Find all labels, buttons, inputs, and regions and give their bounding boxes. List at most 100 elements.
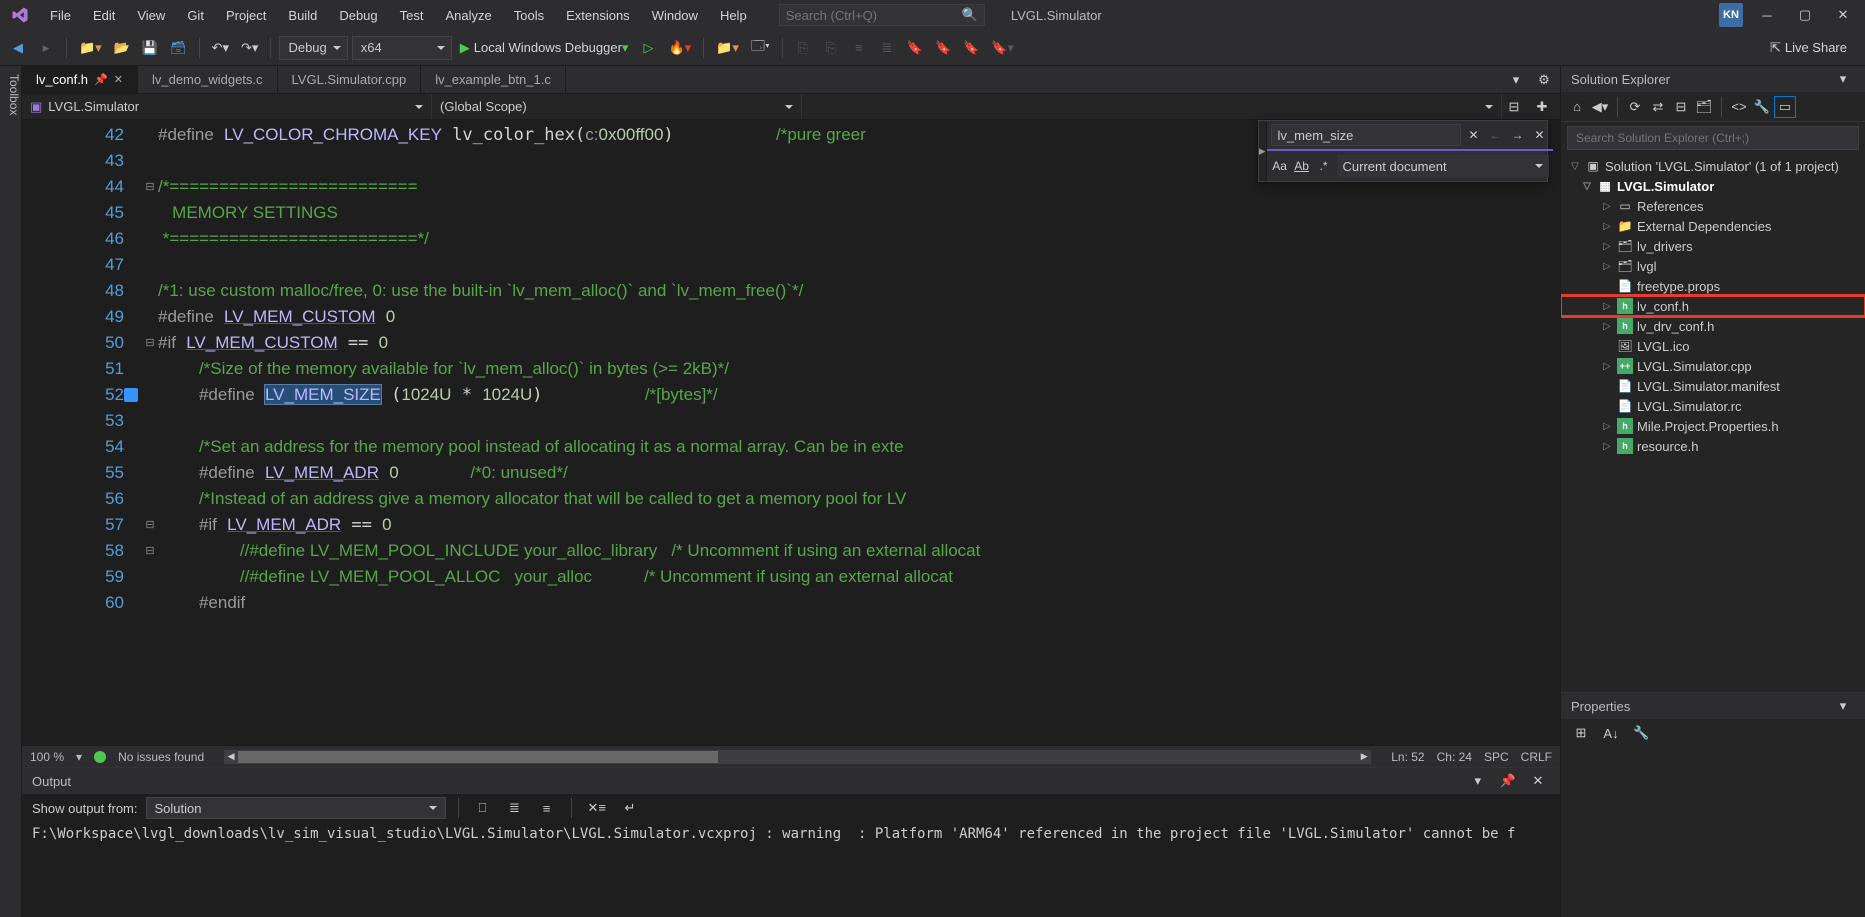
se-sync-button[interactable]: ⟳: [1625, 97, 1645, 117]
prop-categorized[interactable]: ⊞: [1569, 721, 1593, 745]
h-scrollbar[interactable]: ◀ ▶: [224, 750, 1371, 764]
expand-icon[interactable]: ▷: [1601, 321, 1613, 332]
code-area[interactable]: #define LV_COLOR_CHROMA_KEY lv_color_hex…: [158, 120, 1560, 745]
menu-file[interactable]: File: [40, 4, 81, 27]
zoom-level[interactable]: 100 %: [30, 750, 64, 764]
menu-project[interactable]: Project: [216, 4, 276, 27]
tree-item-lvgl-simulator-cpp[interactable]: ▷++LVGL.Simulator.cpp: [1561, 356, 1865, 376]
bookmark-icon[interactable]: [124, 388, 138, 405]
expand-icon[interactable]: ▽: [1569, 161, 1581, 172]
menu-analyze[interactable]: Analyze: [435, 4, 501, 27]
close-tab-button[interactable]: ✕: [114, 73, 123, 86]
member-combo[interactable]: [802, 94, 1502, 119]
output-pin[interactable]: 📌: [1496, 769, 1520, 793]
cursor-col[interactable]: Ch: 24: [1437, 750, 1472, 764]
menu-test[interactable]: Test: [390, 4, 434, 27]
expand-icon[interactable]: ▷: [1601, 301, 1613, 312]
panel-menu-button[interactable]: ▾: [1831, 67, 1855, 91]
menu-debug[interactable]: Debug: [329, 4, 387, 27]
indent-mode[interactable]: SPC: [1484, 750, 1509, 764]
tree-item-lv-conf-h[interactable]: ▷hlv_conf.h: [1561, 296, 1865, 316]
menu-window[interactable]: Window: [642, 4, 708, 27]
platform-combo[interactable]: x64: [352, 36, 452, 60]
se-view-code[interactable]: <>: [1729, 97, 1749, 117]
tabs-overflow-button[interactable]: ▾: [1504, 68, 1528, 92]
toolbox-sidebar[interactable]: Toolbox: [0, 66, 22, 917]
output-from-combo[interactable]: Solution: [146, 797, 446, 819]
solution-search-input[interactable]: [1568, 127, 1858, 149]
tree-item-lvgl-simulator-rc[interactable]: 📄LVGL.Simulator.rc: [1561, 396, 1865, 416]
tree-item-resource-h[interactable]: ▷hresource.h: [1561, 436, 1865, 456]
window-layout-button[interactable]: 🗔▾: [747, 36, 774, 60]
output-tb-1[interactable]: ⎕: [471, 796, 495, 820]
se-home-button[interactable]: ⌂: [1567, 97, 1587, 117]
tabs-settings-button[interactable]: ⚙: [1532, 68, 1556, 92]
tree-item-mile-project-properties-h[interactable]: ▷hMile.Project.Properties.h: [1561, 416, 1865, 436]
solution-tree[interactable]: ▽▣Solution 'LVGL.Simulator' (1 of 1 proj…: [1561, 154, 1865, 692]
tab-lv-demo-widgets-c[interactable]: lv_demo_widgets.c: [138, 66, 278, 93]
menu-tools[interactable]: Tools: [504, 4, 554, 27]
prop-pages[interactable]: 🔧: [1629, 721, 1653, 745]
tree-item-lvgl[interactable]: ▷🗂lvgl: [1561, 256, 1865, 276]
cursor-line[interactable]: Ln: 52: [1391, 750, 1424, 764]
output-body[interactable]: F:\Workspace\lvgl_downloads\lv_sim_visua…: [22, 822, 1560, 917]
expand-icon[interactable]: ▷: [1601, 441, 1613, 452]
prop-alpha[interactable]: A↓: [1599, 721, 1623, 745]
code-editor[interactable]: 42434445464748495051525354555657585960 ⊟…: [22, 120, 1560, 745]
tree-item-lv-drv-conf-h[interactable]: ▷hlv_drv_conf.h: [1561, 316, 1865, 336]
config-combo[interactable]: Debug: [279, 36, 347, 60]
undo-button[interactable]: ↶▾: [208, 36, 233, 60]
expand-icon[interactable]: ▷: [1601, 361, 1613, 372]
quick-search[interactable]: 🔍: [779, 4, 985, 26]
menu-build[interactable]: Build: [278, 4, 327, 27]
open-button[interactable]: 📂: [110, 36, 134, 60]
save-all-button[interactable]: 🗃: [166, 36, 191, 60]
menu-help[interactable]: Help: [710, 4, 757, 27]
regex-button[interactable]: .*: [1315, 157, 1333, 175]
line-ending[interactable]: CRLF: [1521, 750, 1552, 764]
find-close-button[interactable]: ✕: [1531, 126, 1549, 144]
close-button[interactable]: ✕: [1829, 4, 1857, 26]
properties-menu[interactable]: ▾: [1831, 694, 1855, 718]
issues-text[interactable]: No issues found: [118, 750, 204, 764]
menu-extensions[interactable]: Extensions: [556, 4, 640, 27]
se-back-button[interactable]: ◀▾: [1590, 97, 1610, 117]
expand-icon[interactable]: ▷: [1601, 261, 1613, 272]
se-properties[interactable]: 🔧: [1752, 97, 1772, 117]
tab-lvgl-simulator-cpp[interactable]: LVGL.Simulator.cpp: [278, 66, 422, 93]
output-dropdown[interactable]: ▾: [1466, 769, 1490, 793]
pin-icon[interactable]: 📌: [94, 73, 108, 86]
menu-git[interactable]: Git: [177, 4, 214, 27]
maximize-button[interactable]: ▢: [1791, 4, 1819, 26]
new-project-button[interactable]: 📁▾: [75, 36, 106, 60]
tree-item-lvgl-simulator-manifest[interactable]: 📄LVGL.Simulator.manifest: [1561, 376, 1865, 396]
user-avatar[interactable]: KN: [1719, 3, 1743, 27]
save-button[interactable]: 💾: [138, 36, 162, 60]
split-editor-button[interactable]: ⊟: [1502, 95, 1526, 119]
find-scope-combo[interactable]: Current document: [1337, 155, 1549, 177]
output-tb-2[interactable]: ≣: [503, 796, 527, 820]
browse-folder-button[interactable]: 📁▾: [712, 36, 743, 60]
find-next-button[interactable]: →: [1509, 126, 1527, 144]
quick-search-input[interactable]: [786, 8, 962, 23]
live-share-button[interactable]: ⇱ Live Share: [1758, 40, 1859, 56]
se-filter-button[interactable]: ⇄: [1648, 97, 1668, 117]
tab-lv-conf-h[interactable]: lv_conf.h📌✕: [22, 66, 138, 93]
expand-icon[interactable]: ▷: [1601, 241, 1613, 252]
se-preview[interactable]: ▭: [1775, 97, 1795, 117]
output-close[interactable]: ✕: [1526, 769, 1550, 793]
find-input[interactable]: [1271, 124, 1461, 146]
expand-icon[interactable]: ▽: [1581, 181, 1593, 192]
find-close-clear[interactable]: ✕: [1465, 126, 1483, 144]
se-nest-button[interactable]: ⊟: [1671, 97, 1691, 117]
find-expand-button[interactable]: ▸: [1259, 121, 1267, 181]
se-showall-button[interactable]: 🗂: [1694, 97, 1714, 117]
menu-edit[interactable]: Edit: [83, 4, 125, 27]
output-clear[interactable]: ✕≡: [584, 796, 610, 820]
scope-combo[interactable]: (Global Scope): [432, 94, 802, 119]
match-case-button[interactable]: Aa: [1271, 157, 1289, 175]
tree-item-freetype-props[interactable]: 📄freetype.props: [1561, 276, 1865, 296]
tree-item-lv-drivers[interactable]: ▷🗂lv_drivers: [1561, 236, 1865, 256]
menu-view[interactable]: View: [127, 4, 175, 27]
tree-item-external-dependencies[interactable]: ▷📁External Dependencies: [1561, 216, 1865, 236]
